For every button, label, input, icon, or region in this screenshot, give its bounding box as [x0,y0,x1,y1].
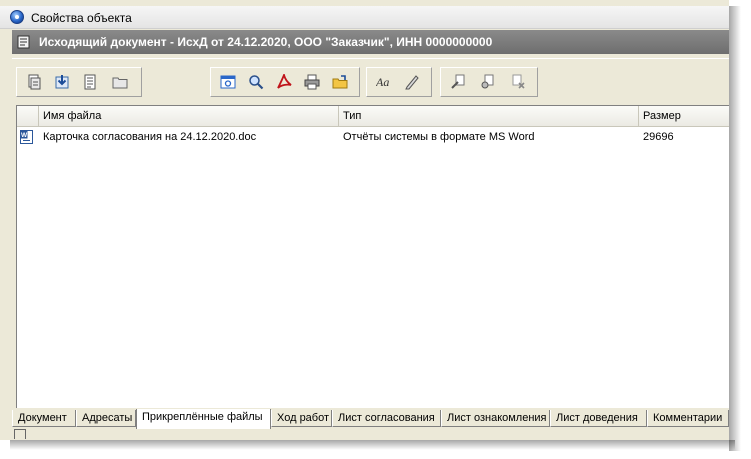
column-header-size[interactable]: Размер [639,106,729,126]
tab-delivery-sheet[interactable]: Лист доведения [550,410,647,427]
rename-button[interactable]: Aa [373,72,395,92]
print-button[interactable] [301,72,323,92]
toolbar-group-edit: Aa [366,67,432,97]
preview-icon [220,75,236,89]
open-folder-icon [112,77,128,89]
properties-button[interactable] [79,72,101,92]
file-type-cell: Отчёты системы в формате MS Word [343,131,535,143]
app-icon[interactable] [10,10,24,24]
search-icon [249,75,264,90]
document-header-text: Исходящий документ - ИсхД от 24.12.2020,… [39,35,493,49]
attached-files-panel: Aa Имя файла Тип Размер W Карточка согла… [12,58,729,409]
pdf-icon [277,74,292,89]
preview-button[interactable] [217,72,239,92]
file-name-cell: Карточка согласования на 24.12.2020.doc [43,131,257,143]
edit-button[interactable] [401,72,423,92]
files-table-header: Имя файла Тип Размер [17,106,729,127]
files-toolbar: Aa [16,67,726,97]
svg-text:Aa: Aa [376,75,389,89]
pdf-button[interactable] [273,72,295,92]
file-size-cell: 29696 [643,131,674,143]
document-header: Исходящий документ - ИсхД от 24.12.2020,… [12,30,729,54]
tab-attached-files[interactable]: Прикреплённые файлы [136,409,271,429]
sign-icon [451,74,465,89]
column-header-name[interactable]: Имя файла [39,106,339,126]
export-icon [332,75,348,89]
title-bar[interactable]: Свойства объекта [0,6,729,29]
tab-approval-sheet[interactable]: Лист согласования [332,410,441,427]
files-table: Имя файла Тип Размер W Карточка согласов… [16,105,729,408]
print-icon [304,74,320,90]
column-header-type[interactable]: Тип [339,106,639,126]
svg-text:W: W [21,132,28,139]
tab-acquaintance-sheet[interactable]: Лист ознакомления [441,410,550,427]
toolbar-group-signature [440,67,538,97]
remove-sign-icon [512,74,525,89]
status-strip [0,429,729,440]
tab-document[interactable]: Документ [12,410,76,427]
search-button[interactable] [245,72,267,92]
verify-sign-icon [481,74,494,89]
properties-tabs: Документ Адресаты Прикреплённые файлы Хо… [12,409,729,429]
window-corner-icon [14,429,26,439]
properties-window: Свойства объекта Исходящий документ - Ис… [0,0,729,440]
table-row[interactable]: W Карточка согласования на 24.12.2020.do… [17,128,729,146]
window-shadow-bottom [10,440,735,450]
add-file-icon [28,74,41,90]
window-shadow-right [729,6,741,451]
edit-icon [405,75,419,90]
properties-icon [84,74,96,90]
sign-button[interactable] [447,72,469,92]
document-icon [17,35,31,49]
word-document-icon: W [20,130,33,144]
verify-sign-button[interactable] [477,72,499,92]
import-icon [55,75,69,89]
tab-recipients[interactable]: Адресаты [76,410,136,427]
column-header-icon[interactable] [17,106,39,126]
tab-work-progress[interactable]: Ход работ [271,410,332,427]
export-button[interactable] [329,72,351,92]
window-title: Свойства объекта [31,11,132,25]
import-button[interactable] [51,72,73,92]
tab-comments[interactable]: Комментарии [647,410,729,427]
open-folder-button[interactable] [109,72,131,92]
toolbar-group-files [16,67,142,97]
remove-sign-button[interactable] [507,72,529,92]
toolbar-group-view [210,67,360,97]
rename-icon: Aa [376,75,389,89]
add-file-button[interactable] [23,72,45,92]
